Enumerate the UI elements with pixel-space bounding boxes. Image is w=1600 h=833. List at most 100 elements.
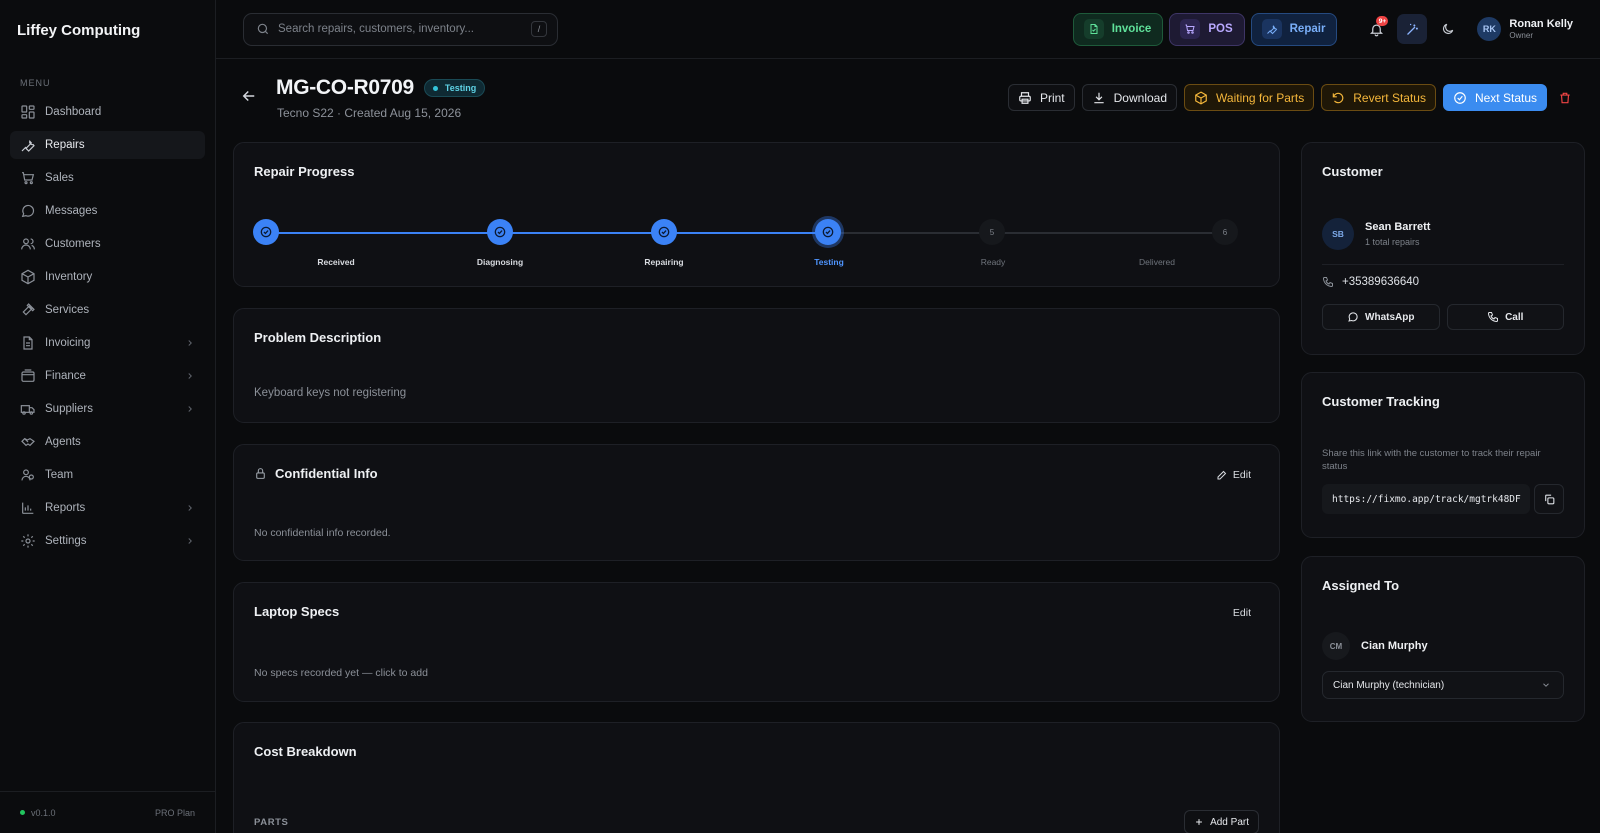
- card-title: Assigned To: [1322, 578, 1400, 593]
- chevron-right-icon: [188, 505, 192, 511]
- technician-select[interactable]: Cian Murphy (technician): [1322, 671, 1564, 699]
- card-title: Customer Tracking: [1322, 394, 1440, 409]
- check-circle-icon: [1454, 91, 1466, 104]
- progress-step-ready: 5: [979, 219, 1007, 247]
- package-icon: [1195, 90, 1207, 105]
- sidebar-item-label: Agents: [45, 436, 81, 448]
- chevron-right-icon: [188, 406, 192, 412]
- customer-repair-count: 1 total repairs: [1365, 237, 1420, 247]
- sidebar-item-label: Sales: [45, 172, 74, 184]
- sidebar-item-customers[interactable]: Customers: [10, 230, 205, 258]
- sidebar-item-invoicing[interactable]: Invoicing: [10, 329, 205, 357]
- edit-specs-button[interactable]: Edit: [1233, 607, 1251, 619]
- sidebar-item-reports[interactable]: Reports: [10, 494, 205, 522]
- sidebar-item-settings[interactable]: Settings: [10, 527, 205, 555]
- print-label: Print: [1039, 90, 1065, 105]
- sidebar-item-sales[interactable]: Sales: [10, 164, 205, 192]
- card-title: Laptop Specs: [254, 604, 340, 619]
- progress-track-fill: [267, 232, 829, 234]
- tracking-link-field[interactable]: https://fixmo.app/track/mgtrk48DF: [1322, 484, 1530, 514]
- waiting-for-parts-button[interactable]: Waiting for Parts: [1184, 84, 1315, 111]
- parts-section-label: PARTS: [254, 817, 289, 828]
- gear-icon: [21, 534, 35, 548]
- sidebar-footer: v0.1.0 PRO Plan: [0, 791, 215, 833]
- lock-icon: [256, 468, 265, 479]
- sidebar-item-finance[interactable]: Finance: [10, 362, 205, 390]
- card-title: Customer: [1322, 164, 1383, 179]
- sidebar-item-dashboard[interactable]: Dashboard: [10, 98, 205, 126]
- notifications-button[interactable]: 9+: [1361, 14, 1391, 44]
- step-label: Diagnosing: [476, 257, 524, 267]
- trash-icon: [1560, 92, 1570, 103]
- edit-label: Edit: [1232, 469, 1251, 481]
- step-check-icon: [651, 219, 677, 245]
- progress-step-testing: [815, 219, 843, 247]
- sidebar-item-inventory[interactable]: Inventory: [10, 263, 205, 291]
- step-check-icon: [487, 219, 513, 245]
- sidebar-item-repairs[interactable]: Repairs: [10, 131, 205, 159]
- sidebar-item-services[interactable]: Services: [10, 296, 205, 324]
- sidebar-item-suppliers[interactable]: Suppliers: [10, 395, 205, 423]
- next-status-button[interactable]: Next Status: [1442, 84, 1547, 111]
- ai-assistant-button[interactable]: [1397, 14, 1428, 44]
- sidebar-item-agents[interactable]: Agents: [10, 428, 205, 456]
- confidential-text: No confidential info recorded.: [254, 527, 391, 539]
- technician-select-value: Cian Murphy (technician): [1333, 679, 1445, 691]
- cost-breakdown-card: Cost Breakdown PARTS Add Part: [233, 722, 1280, 833]
- revert-status-button[interactable]: Revert Status: [1321, 84, 1436, 111]
- user-menu[interactable]: RK Ronan Kelly Owner: [1477, 17, 1573, 41]
- sidebar-item-label: Invoicing: [45, 337, 91, 349]
- quick-pos-button[interactable]: POS: [1169, 12, 1245, 46]
- step-label: Repairing: [644, 257, 684, 267]
- specs-text[interactable]: No specs recorded yet — click to add: [254, 667, 428, 679]
- card-title: Problem Description: [254, 330, 382, 345]
- customer-avatar: SB: [1322, 218, 1354, 250]
- download-button[interactable]: Download: [1081, 84, 1178, 111]
- call-label: Call: [1505, 311, 1524, 323]
- sidebar-item-label: Inventory: [45, 271, 93, 283]
- search-shortcut-hint: /: [531, 21, 547, 37]
- divider: [1322, 264, 1564, 265]
- truck-icon: [20, 405, 35, 415]
- back-arrow-icon[interactable]: [240, 87, 258, 105]
- quick-repair-label: Repair: [1289, 23, 1326, 35]
- call-button[interactable]: Call: [1446, 304, 1564, 330]
- edit-confidential-button[interactable]: Edit: [1216, 469, 1251, 481]
- copy-icon: [1544, 494, 1554, 504]
- add-part-button[interactable]: Add Part: [1184, 810, 1259, 833]
- search-input[interactable]: Search repairs, customers, inventory...: [278, 23, 531, 35]
- users-icon: [21, 238, 35, 250]
- progress-stepper: Received Diagnosing Repairing Testing 5 Ready…: [253, 219, 1259, 269]
- search-icon: [257, 23, 269, 35]
- theme-toggle-button[interactable]: [1433, 14, 1463, 44]
- customer-info[interactable]: SB Sean Barrett 1 total repairs: [1322, 218, 1430, 250]
- sidebar-item-label: Finance: [45, 370, 86, 382]
- main-content: Search repairs, customers, inventory... …: [216, 0, 1600, 833]
- sidebar-item-label: Reports: [45, 502, 86, 514]
- step-number: 5: [979, 219, 1005, 245]
- next-status-label: Next Status: [1474, 90, 1537, 105]
- sidebar-item-team[interactable]: Team: [10, 461, 205, 489]
- plus-icon: [1196, 819, 1202, 825]
- step-label: Delivered: [1139, 257, 1175, 267]
- status-badge-label: Testing: [444, 83, 477, 93]
- page-title: MG-CO-R0709: [276, 76, 414, 99]
- sidebar-item-label: Messages: [45, 205, 98, 217]
- step-label: Ready: [980, 257, 1006, 267]
- revert-icon: [1333, 92, 1344, 103]
- whatsapp-button[interactable]: WhatsApp: [1322, 304, 1440, 330]
- sidebar: Liffey Computing MENU Dashboard Repairs Sa…: [0, 0, 216, 833]
- download-icon: [1093, 92, 1104, 103]
- customer-tracking-card: Customer Tracking Share this link with t…: [1301, 372, 1585, 538]
- quick-repair-button[interactable]: Repair: [1250, 12, 1338, 46]
- quick-invoice-button[interactable]: Invoice: [1072, 12, 1164, 46]
- pencil-icon: [1217, 470, 1227, 480]
- repair-progress-card: Repair Progress Received Diagnosing Repair…: [233, 142, 1280, 287]
- sidebar-item-messages[interactable]: Messages: [10, 197, 205, 225]
- search-box[interactable]: Search repairs, customers, inventory... …: [243, 12, 558, 46]
- print-button[interactable]: Print: [1007, 84, 1075, 111]
- delete-button[interactable]: [1554, 84, 1576, 111]
- edit-label: Edit: [1232, 607, 1251, 619]
- status-badge: Testing: [423, 79, 486, 97]
- copy-link-button[interactable]: [1534, 484, 1564, 514]
